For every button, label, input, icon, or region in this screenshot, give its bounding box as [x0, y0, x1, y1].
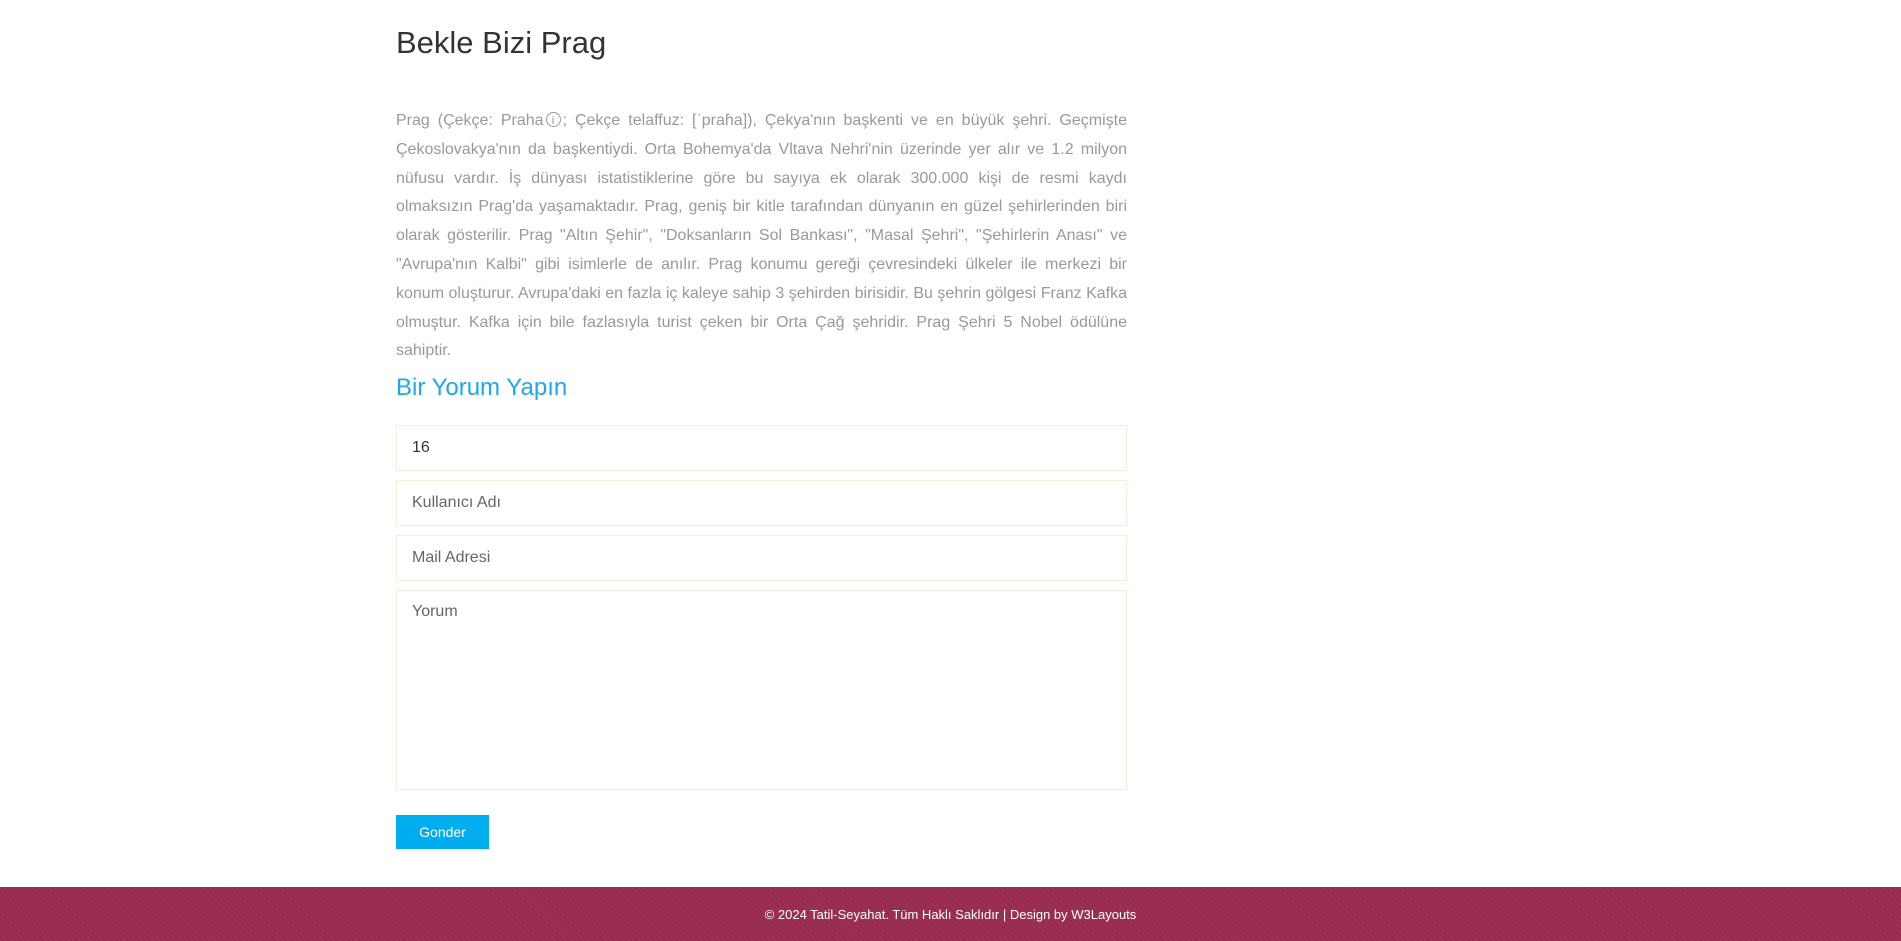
submit-button[interactable]: Gonder [396, 815, 489, 850]
username-field[interactable] [396, 480, 1127, 527]
comment-textarea[interactable] [396, 590, 1127, 791]
comment-form-title: Bir Yorum Yapın [396, 374, 568, 402]
page-title: Bekle Bizi Prag [396, 25, 607, 60]
footer-copyright: © 2024 Tatil-Seyahat. Tüm Haklı Saklıdır… [765, 907, 1137, 923]
footer-w3layouts-link[interactable]: W3Layouts [1071, 907, 1136, 922]
info-icon[interactable]: i [545, 112, 561, 127]
page: Bekle Bizi Prag Prag (Çekçe: Praha i; Çek… [0, 0, 1901, 941]
email-field[interactable] [396, 535, 1127, 582]
footer-copyright-text: © 2024 Tatil-Seyahat. Tüm Haklı Saklıdır… [764, 907, 1072, 922]
comment-form: Gonder [396, 425, 1127, 850]
paragraph-text-rest: ; Çekçe telaffuz: [ˈpraɦa]), Çekya'nın b… [396, 112, 1128, 360]
footer: © 2024 Tatil-Seyahat. Tüm Haklı Saklıdır… [0, 887, 1901, 941]
paragraph-text-start: Prag (Çekçe: Praha [396, 112, 544, 129]
article-paragraph: Prag (Çekçe: Praha i; Çekçe telaffuz: [ˈp… [396, 107, 1127, 366]
id-field[interactable] [396, 425, 1127, 472]
main-content: Bekle Bizi Prag Prag (Çekçe: Praha i; Çek… [396, 0, 1127, 850]
